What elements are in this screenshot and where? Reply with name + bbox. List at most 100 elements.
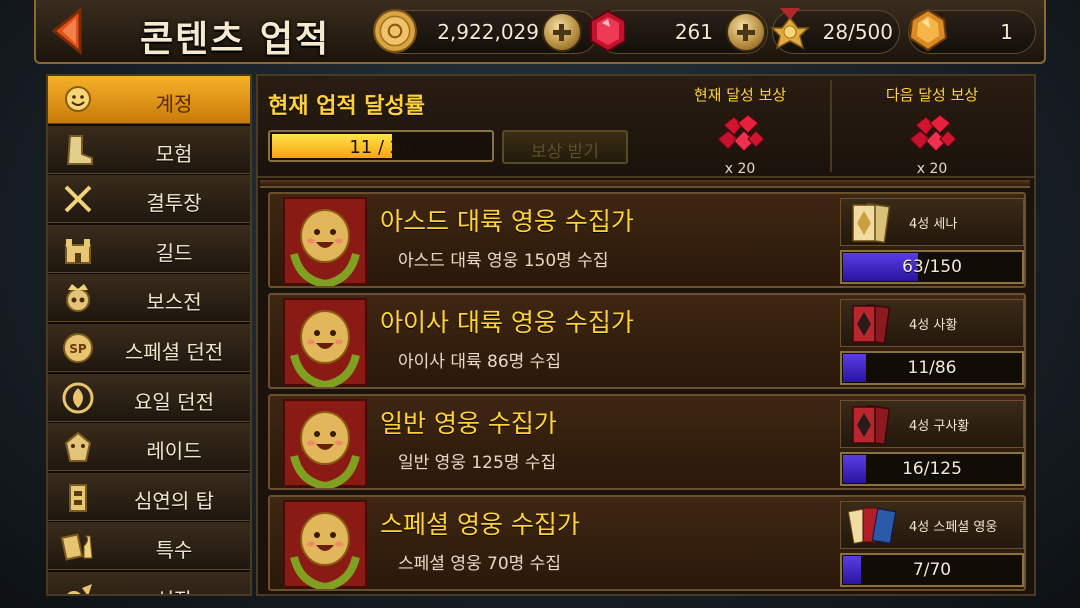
achievement-panel: 현재 업적 달성률 11 / 20 보상 받기 현재 달성 보상 x 20 다음…: [256, 74, 1036, 596]
svg-text:SP: SP: [69, 342, 87, 356]
medal-amount: 28/500: [822, 20, 893, 44]
sidebar-item-label: 계정: [155, 92, 193, 116]
reward-name: 4성 스페셜 영웅: [909, 520, 998, 535]
red-gem-icon: [590, 9, 626, 53]
tower-icon: [69, 483, 87, 512]
sidebar-item[interactable]: SP 스페셜 던전: [48, 323, 250, 372]
castle-icon: [65, 238, 91, 264]
dragon-head-icon: [64, 431, 92, 463]
current-reward-title: 현재 달성 보상: [693, 86, 787, 104]
current-reward-quantity: x 20: [724, 161, 756, 177]
achievement-summary: 현재 업적 달성률 11 / 20 보상 받기 현재 달성 보상 x 20 다음…: [258, 76, 1034, 178]
sidebar-item[interactable]: 계정: [48, 76, 250, 124]
sidebar-item-label: 특수: [155, 538, 193, 563]
skull-crown-icon: [66, 284, 90, 313]
sidebar-item[interactable]: 요일 던전: [48, 373, 250, 422]
achievement-name: 아이사 대륙 영웅 수집가: [380, 308, 634, 337]
achievement-badge-icon: [283, 197, 367, 286]
sidebar-item-label: 길드: [155, 240, 193, 265]
gold-coin-icon: [373, 9, 417, 53]
sidebar-item[interactable]: 심연의 탑: [48, 472, 250, 521]
achievement-progress-text: 11 / 20: [349, 137, 413, 158]
sidebar-item[interactable]: 레이드: [48, 423, 250, 472]
ruby-pile-icon: [717, 114, 765, 152]
reward-name: 4성 사황: [909, 318, 958, 333]
achievement-reward: 4성 스페셜 영웅: [840, 501, 1024, 549]
sidebar-item-label: 심연의 탑: [134, 488, 214, 513]
medal-icon: [770, 8, 810, 50]
sidebar-item-label: 스페셜 던전: [124, 339, 224, 364]
add-gem-button[interactable]: [726, 12, 766, 52]
sidebar-item-label: 레이드: [146, 439, 202, 464]
sidebar-item-label: 보스전: [146, 290, 202, 315]
achievement-badge-icon: [283, 500, 367, 589]
growth-icon: [67, 583, 92, 594]
achievement-progress-bar: 11/86: [840, 351, 1024, 385]
achievement-badge-icon: [283, 399, 367, 488]
smiley-face-icon: [65, 86, 91, 112]
achievement-description: 일반 영웅 125명 수집: [398, 453, 557, 473]
next-reward: 다음 달성 보상 x 20: [834, 76, 1030, 177]
page-title: 콘텐츠 업적: [140, 19, 331, 60]
achievement-reward: 4성 사황: [840, 299, 1024, 347]
sidebar-item-label: 결투장: [146, 191, 202, 216]
sidebar-item-label: 요일 던전: [134, 389, 214, 414]
gold-amount: 2,922,029: [437, 20, 539, 44]
sidebar-item[interactable]: 성장: [48, 571, 250, 594]
achievement-progress-text: 7/70: [912, 560, 952, 580]
sidebar-item[interactable]: 특수: [48, 522, 250, 571]
ruby-pile-icon: [909, 114, 957, 152]
sidebar-item-label: 모험: [155, 141, 193, 166]
sidebar-item[interactable]: 결투장: [48, 175, 250, 224]
crossed-swords-icon: [64, 185, 92, 213]
achievement-description: 아스드 대륙 영웅 150명 수집: [398, 251, 609, 271]
achievement-name: 일반 영웅 수집가: [380, 409, 557, 438]
achievement-description: 아이사 대륙 86명 수집: [398, 352, 561, 372]
add-gold-button[interactable]: [542, 12, 582, 52]
sidebar-item-label: 성장: [98, 584, 250, 594]
sidebar-item[interactable]: 길드: [48, 224, 250, 273]
achievement-rate-title: 현재 업적 달성률: [268, 94, 425, 119]
boot-icon: [66, 134, 93, 165]
sp-badge-icon: SP: [63, 332, 93, 363]
achievement-progress-bar: 16/125: [840, 452, 1024, 486]
reward-name: 4성 구사황: [909, 419, 970, 434]
achievement-progress-text: 11/86: [907, 358, 957, 378]
achievement-progress-bar: 11 / 20: [268, 130, 494, 162]
gem-amount: 261: [674, 20, 713, 44]
achievement-row[interactable]: 스페셜 영웅 수집가스페셜 영웅 70명 수집 4성 스페셜 영웅 7/70: [268, 495, 1026, 591]
back-arrow-icon[interactable]: [46, 6, 88, 56]
claim-reward-button[interactable]: 보상 받기: [502, 130, 628, 164]
hero-card-icon: [847, 507, 897, 544]
crystal-amount: 1: [1000, 20, 1013, 44]
achievement-list[interactable]: 아스드 대륙 영웅 수집가아스드 대륙 영웅 150명 수집 4성 세나 63/15…: [260, 180, 1030, 594]
achievement-name: 스페셜 영웅 수집가: [380, 510, 580, 539]
cards-chess-icon: [60, 533, 93, 561]
gold-crystal-icon: [908, 8, 948, 52]
achievement-progress-bar: 63/150: [840, 250, 1024, 284]
reward-name: 4성 세나: [909, 217, 958, 232]
sidebar-item[interactable]: 보스전: [48, 274, 250, 323]
swirl-icon: [62, 382, 94, 414]
next-reward-quantity: x 20: [916, 161, 948, 177]
achievement-row[interactable]: 아이사 대륙 영웅 수집가아이사 대륙 86명 수집 4성 사황 11/86: [268, 293, 1026, 389]
achievement-row[interactable]: 일반 영웅 수집가일반 영웅 125명 수집 4성 구사황 16/125: [268, 394, 1026, 490]
hero-card-icon: [852, 303, 891, 345]
hero-card-icon: [852, 202, 891, 244]
achievement-reward: 4성 세나: [840, 198, 1024, 246]
achievement-badge-icon: [283, 298, 367, 387]
achievement-progress-text: 63/150: [902, 257, 962, 277]
achievement-progress-bar: 7/70: [840, 553, 1024, 587]
category-sidebar: 계정모험결투장길드보스전 SP 스페셜 던전요일 던전레이드심연의 탑특수성장: [46, 74, 252, 596]
reward-divider: [830, 80, 832, 172]
achievement-progress-text: 16/125: [902, 459, 962, 479]
achievement-name: 아스드 대륙 영웅 수집가: [380, 207, 634, 236]
hero-card-icon: [852, 404, 891, 446]
current-reward: 현재 달성 보상 x 20: [642, 76, 838, 177]
sidebar-item[interactable]: 모험: [48, 125, 250, 174]
next-reward-title: 다음 달성 보상: [885, 86, 979, 104]
top-bar: 콘텐츠 업적 2,922,029 261 28/500 1: [34, 0, 1046, 64]
achievement-description: 스페셜 영웅 70명 수집: [398, 554, 561, 574]
list-top-edge: [260, 180, 1030, 188]
achievement-row[interactable]: 아스드 대륙 영웅 수집가아스드 대륙 영웅 150명 수집 4성 세나 63/15…: [268, 192, 1026, 288]
